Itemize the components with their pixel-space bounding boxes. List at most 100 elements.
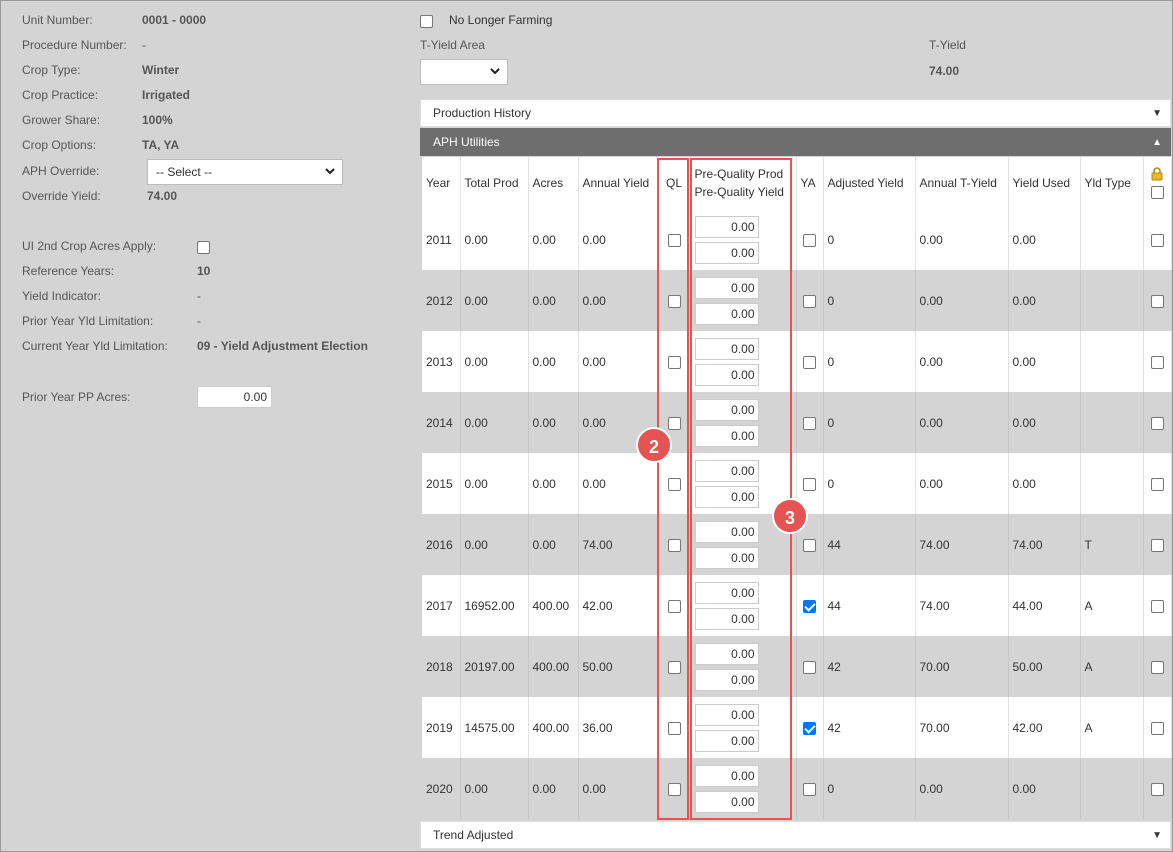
cell-adjusted-yield: 0 [823, 453, 916, 514]
pre-quality-prod-input[interactable]: 0.00 [694, 215, 759, 238]
no-longer-farming-checkbox[interactable] [420, 15, 433, 28]
aph-override-select[interactable]: -- Select -- [147, 159, 343, 185]
trend-adjusted-section[interactable]: Trend Adjusted ▼ [420, 821, 1171, 849]
ql-checkbox[interactable] [667, 599, 681, 613]
cell-lock [1143, 270, 1172, 331]
pre-quality-prod-input[interactable]: 0.00 [694, 703, 759, 726]
cell-ql [658, 514, 691, 575]
cell-yield-used: 74.00 [1008, 514, 1081, 575]
lock-row-checkbox[interactable] [1150, 782, 1164, 796]
pre-quality-yield-input[interactable]: 0.00 [694, 485, 759, 508]
pre-quality-yield-input[interactable]: 0.00 [694, 424, 759, 447]
col-total-prod: Total Prod [460, 157, 529, 209]
pre-quality-prod-input[interactable]: 0.00 [694, 520, 759, 543]
cell-adjusted-yield: 44 [823, 575, 916, 636]
ya-checkbox[interactable] [803, 416, 816, 430]
ya-checkbox[interactable] [803, 721, 816, 735]
lock-row-checkbox[interactable] [1150, 660, 1164, 674]
prior-pp-acres-input[interactable]: 0.00 [197, 386, 272, 408]
aph-utilities-section[interactable]: APH Utilities ▲ [420, 128, 1171, 156]
pre-quality-prod-input[interactable]: 0.00 [694, 764, 759, 787]
ql-checkbox[interactable] [667, 477, 681, 491]
cell-yld-type: A [1080, 697, 1144, 758]
ql-checkbox[interactable] [667, 416, 681, 430]
cell-ql [658, 270, 691, 331]
ql-checkbox[interactable] [667, 233, 681, 247]
pre-quality-yield-input[interactable]: 0.00 [694, 241, 759, 264]
cell-pre-quality: 0.00 0.00 [690, 636, 797, 697]
ql-checkbox[interactable] [667, 721, 681, 735]
reference-years-label: Reference Years: [22, 264, 115, 278]
crop-options-value: TA, YA [142, 138, 180, 152]
cell-ql [658, 758, 691, 819]
cell-pre-quality: 0.00 0.00 [690, 331, 797, 392]
t-yield-area-select[interactable] [420, 59, 508, 85]
cell-lock [1143, 697, 1172, 758]
pre-quality-yield-input[interactable]: 0.00 [694, 729, 759, 752]
cell-lock [1143, 392, 1172, 453]
cell-ya [796, 392, 824, 453]
lock-row-checkbox[interactable] [1150, 721, 1164, 735]
ya-checkbox[interactable] [803, 538, 816, 552]
cell-ql [658, 331, 691, 392]
cell-yld-type: A [1080, 636, 1144, 697]
cell-pre-quality: 0.00 0.00 [690, 697, 797, 758]
ya-checkbox[interactable] [803, 477, 816, 491]
pre-quality-yield-input[interactable]: 0.00 [694, 607, 759, 630]
lock-row-checkbox[interactable] [1150, 416, 1164, 430]
production-history-section[interactable]: Production History ▼ [420, 99, 1171, 127]
ql-checkbox[interactable] [667, 294, 681, 308]
pre-quality-yield-input[interactable]: 0.00 [694, 668, 759, 691]
cell-acres: 0.00 [528, 453, 579, 514]
pre-quality-prod-input[interactable]: 0.00 [694, 337, 759, 360]
pre-quality-yield-input[interactable]: 0.00 [694, 546, 759, 569]
cell-yield-used: 0.00 [1008, 758, 1081, 819]
lock-row-checkbox[interactable] [1150, 355, 1164, 369]
table-row: 2020 0.00 0.00 0.00 0.00 0.00 0 0.00 0.00 [422, 758, 1172, 819]
ya-checkbox[interactable] [803, 355, 816, 369]
pre-quality-yield-input[interactable]: 0.00 [694, 363, 759, 386]
table-row: 2017 16952.00 400.00 42.00 0.00 0.00 44 74.00 44… [422, 575, 1172, 636]
pre-quality-yield-input[interactable]: 0.00 [694, 790, 759, 813]
current-year-limit-value: 09 - Yield Adjustment Election [197, 339, 368, 353]
ya-checkbox[interactable] [803, 294, 816, 308]
cell-annual-t-yield: 0.00 [915, 331, 1009, 392]
yield-indicator-value: - [197, 289, 201, 303]
prior-pp-acres-label: Prior Year PP Acres: [22, 390, 131, 404]
cell-annual-t-yield: 70.00 [915, 697, 1009, 758]
ya-checkbox[interactable] [803, 599, 816, 613]
ya-checkbox[interactable] [803, 782, 816, 796]
cell-yield-used: 0.00 [1008, 209, 1081, 270]
ql-checkbox[interactable] [667, 782, 681, 796]
ya-checkbox[interactable] [803, 660, 816, 674]
pre-quality-prod-input[interactable]: 0.00 [694, 459, 759, 482]
lock-row-checkbox[interactable] [1150, 233, 1164, 247]
cell-ya [796, 758, 824, 819]
ui-2nd-crop-checkbox[interactable] [197, 241, 210, 254]
cell-yld-type [1080, 392, 1144, 453]
lock-row-checkbox[interactable] [1150, 538, 1164, 552]
pre-quality-prod-input[interactable]: 0.00 [694, 398, 759, 421]
cell-annual-t-yield: 70.00 [915, 636, 1009, 697]
pre-quality-prod-input[interactable]: 0.00 [694, 276, 759, 299]
ql-checkbox[interactable] [667, 355, 681, 369]
cell-acres: 0.00 [528, 209, 579, 270]
callout-marker-3: 3 [772, 498, 808, 534]
cell-total-prod: 0.00 [460, 758, 529, 819]
cell-acres: 400.00 [528, 697, 579, 758]
lock-row-checkbox[interactable] [1150, 599, 1164, 613]
lock-all-checkbox[interactable] [1150, 185, 1164, 199]
cell-annual-t-yield: 0.00 [915, 758, 1009, 819]
col-pq-yield: Pre-Quality Yield [694, 185, 784, 199]
lock-row-checkbox[interactable] [1150, 294, 1164, 308]
cell-adjusted-yield: 44 [823, 514, 916, 575]
ql-checkbox[interactable] [667, 660, 681, 674]
lock-row-checkbox[interactable] [1150, 477, 1164, 491]
pre-quality-yield-input[interactable]: 0.00 [694, 302, 759, 325]
ql-checkbox[interactable] [667, 538, 681, 552]
pre-quality-prod-input[interactable]: 0.00 [694, 642, 759, 665]
ya-checkbox[interactable] [803, 233, 816, 247]
cell-total-prod: 0.00 [460, 453, 529, 514]
cell-yld-type [1080, 209, 1144, 270]
pre-quality-prod-input[interactable]: 0.00 [694, 581, 759, 604]
